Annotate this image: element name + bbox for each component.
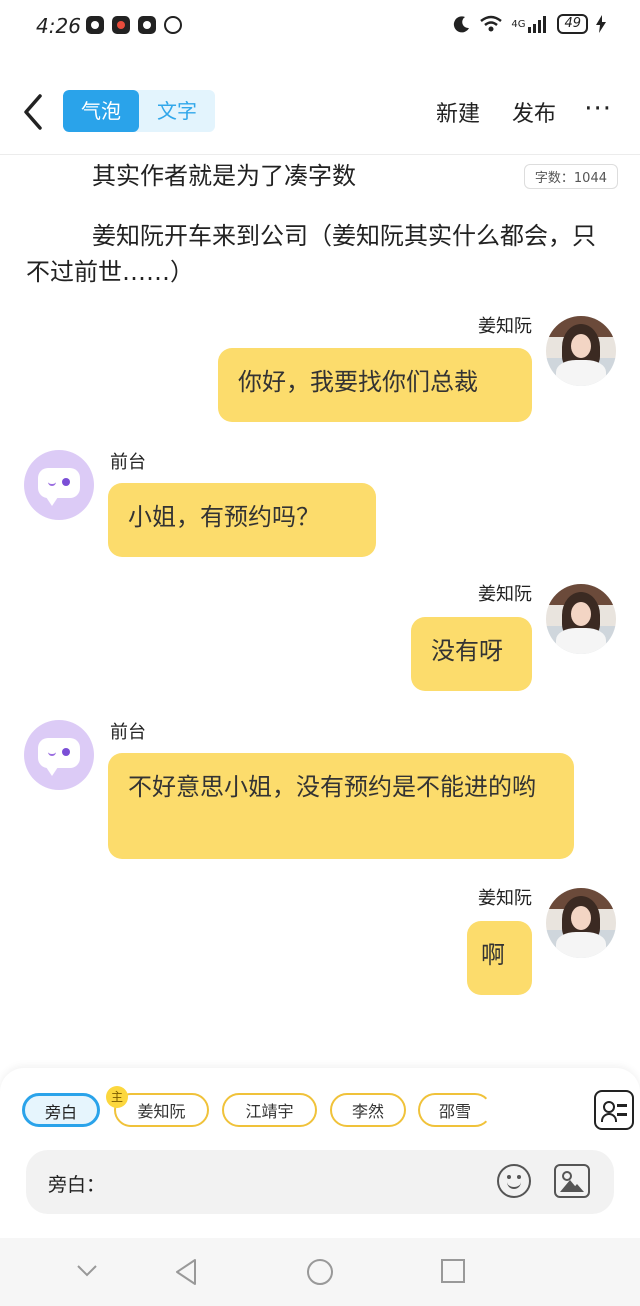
app-notification-icon — [138, 16, 156, 34]
character-chip[interactable]: 李然 — [330, 1093, 406, 1127]
app-notification-icon — [164, 16, 182, 34]
chat-bubble[interactable]: 不好意思小姐，没有预约是不能进的哟 — [108, 753, 574, 859]
mode-switch: 气泡 文字 — [63, 90, 215, 132]
avatar[interactable] — [546, 584, 616, 654]
emoji-icon[interactable] — [497, 1164, 531, 1198]
avatar[interactable] — [546, 888, 616, 958]
avatar[interactable] — [546, 316, 616, 386]
battery-icon: 49 — [557, 14, 588, 34]
charging-icon — [596, 15, 606, 33]
input-speaker-label: 旁白： — [48, 1174, 106, 1196]
host-badge: 主 — [106, 1086, 128, 1108]
chevron-down-icon[interactable] — [76, 1264, 98, 1278]
character-chip[interactable]: 旁白 — [22, 1093, 100, 1127]
narration-paragraph: 姜知阮开车来到公司（姜知阮其实什么都会，只不过前世……） — [26, 222, 596, 286]
character-chip[interactable]: 江靖宇 — [222, 1093, 317, 1127]
character-list-icon[interactable] — [594, 1090, 634, 1130]
divider — [0, 154, 640, 155]
chat-bot-avatar-icon[interactable] — [24, 720, 94, 790]
sender-name: 姜知阮 — [478, 584, 532, 605]
top-nav: 气泡 文字 新建 发布 ··· — [0, 80, 640, 144]
chat-bubble[interactable]: 小姐，有预约吗？ — [108, 483, 376, 557]
system-icons: 4G 49 — [453, 14, 606, 34]
chat-bubble[interactable]: 你好，我要找你们总裁 — [218, 348, 532, 422]
sender-name: 前台 — [110, 722, 146, 743]
moon-icon — [454, 16, 470, 33]
home-circle-icon[interactable] — [306, 1258, 334, 1286]
back-triangle-icon[interactable] — [174, 1258, 198, 1286]
tab-text[interactable]: 文字 — [139, 90, 215, 132]
app-notification-icon — [86, 16, 104, 34]
system-nav-bar — [0, 1238, 640, 1306]
publish-button[interactable]: 发布 — [512, 96, 556, 128]
status-time: 4:26 — [36, 14, 81, 38]
character-chip[interactable]: 邵雪 — [418, 1093, 492, 1127]
word-count-badge: 字数：1044 — [523, 164, 618, 189]
new-button[interactable]: 新建 — [436, 96, 480, 128]
back-icon[interactable] — [18, 92, 48, 132]
status-bar: 4:26 4G 49 — [0, 0, 640, 56]
chat-bubble[interactable]: 啊 — [467, 921, 532, 995]
network-type: 4G — [511, 18, 526, 30]
wifi-icon — [480, 15, 503, 32]
character-chip[interactable]: 姜知阮 — [114, 1093, 209, 1127]
image-icon[interactable] — [554, 1164, 590, 1198]
chat-bot-avatar-icon[interactable] — [24, 450, 94, 520]
sender-name: 前台 — [110, 452, 146, 473]
signal-icon — [528, 16, 547, 33]
tab-bubble[interactable]: 气泡 — [63, 90, 139, 132]
recents-square-icon[interactable] — [440, 1258, 466, 1284]
app-notification-icon — [112, 16, 130, 34]
sender-name: 姜知阮 — [478, 316, 532, 337]
sender-name: 姜知阮 — [478, 888, 532, 909]
more-button[interactable]: ··· — [584, 96, 612, 122]
chat-bubble[interactable]: 没有呀 — [411, 617, 532, 691]
notification-icons — [86, 16, 182, 34]
